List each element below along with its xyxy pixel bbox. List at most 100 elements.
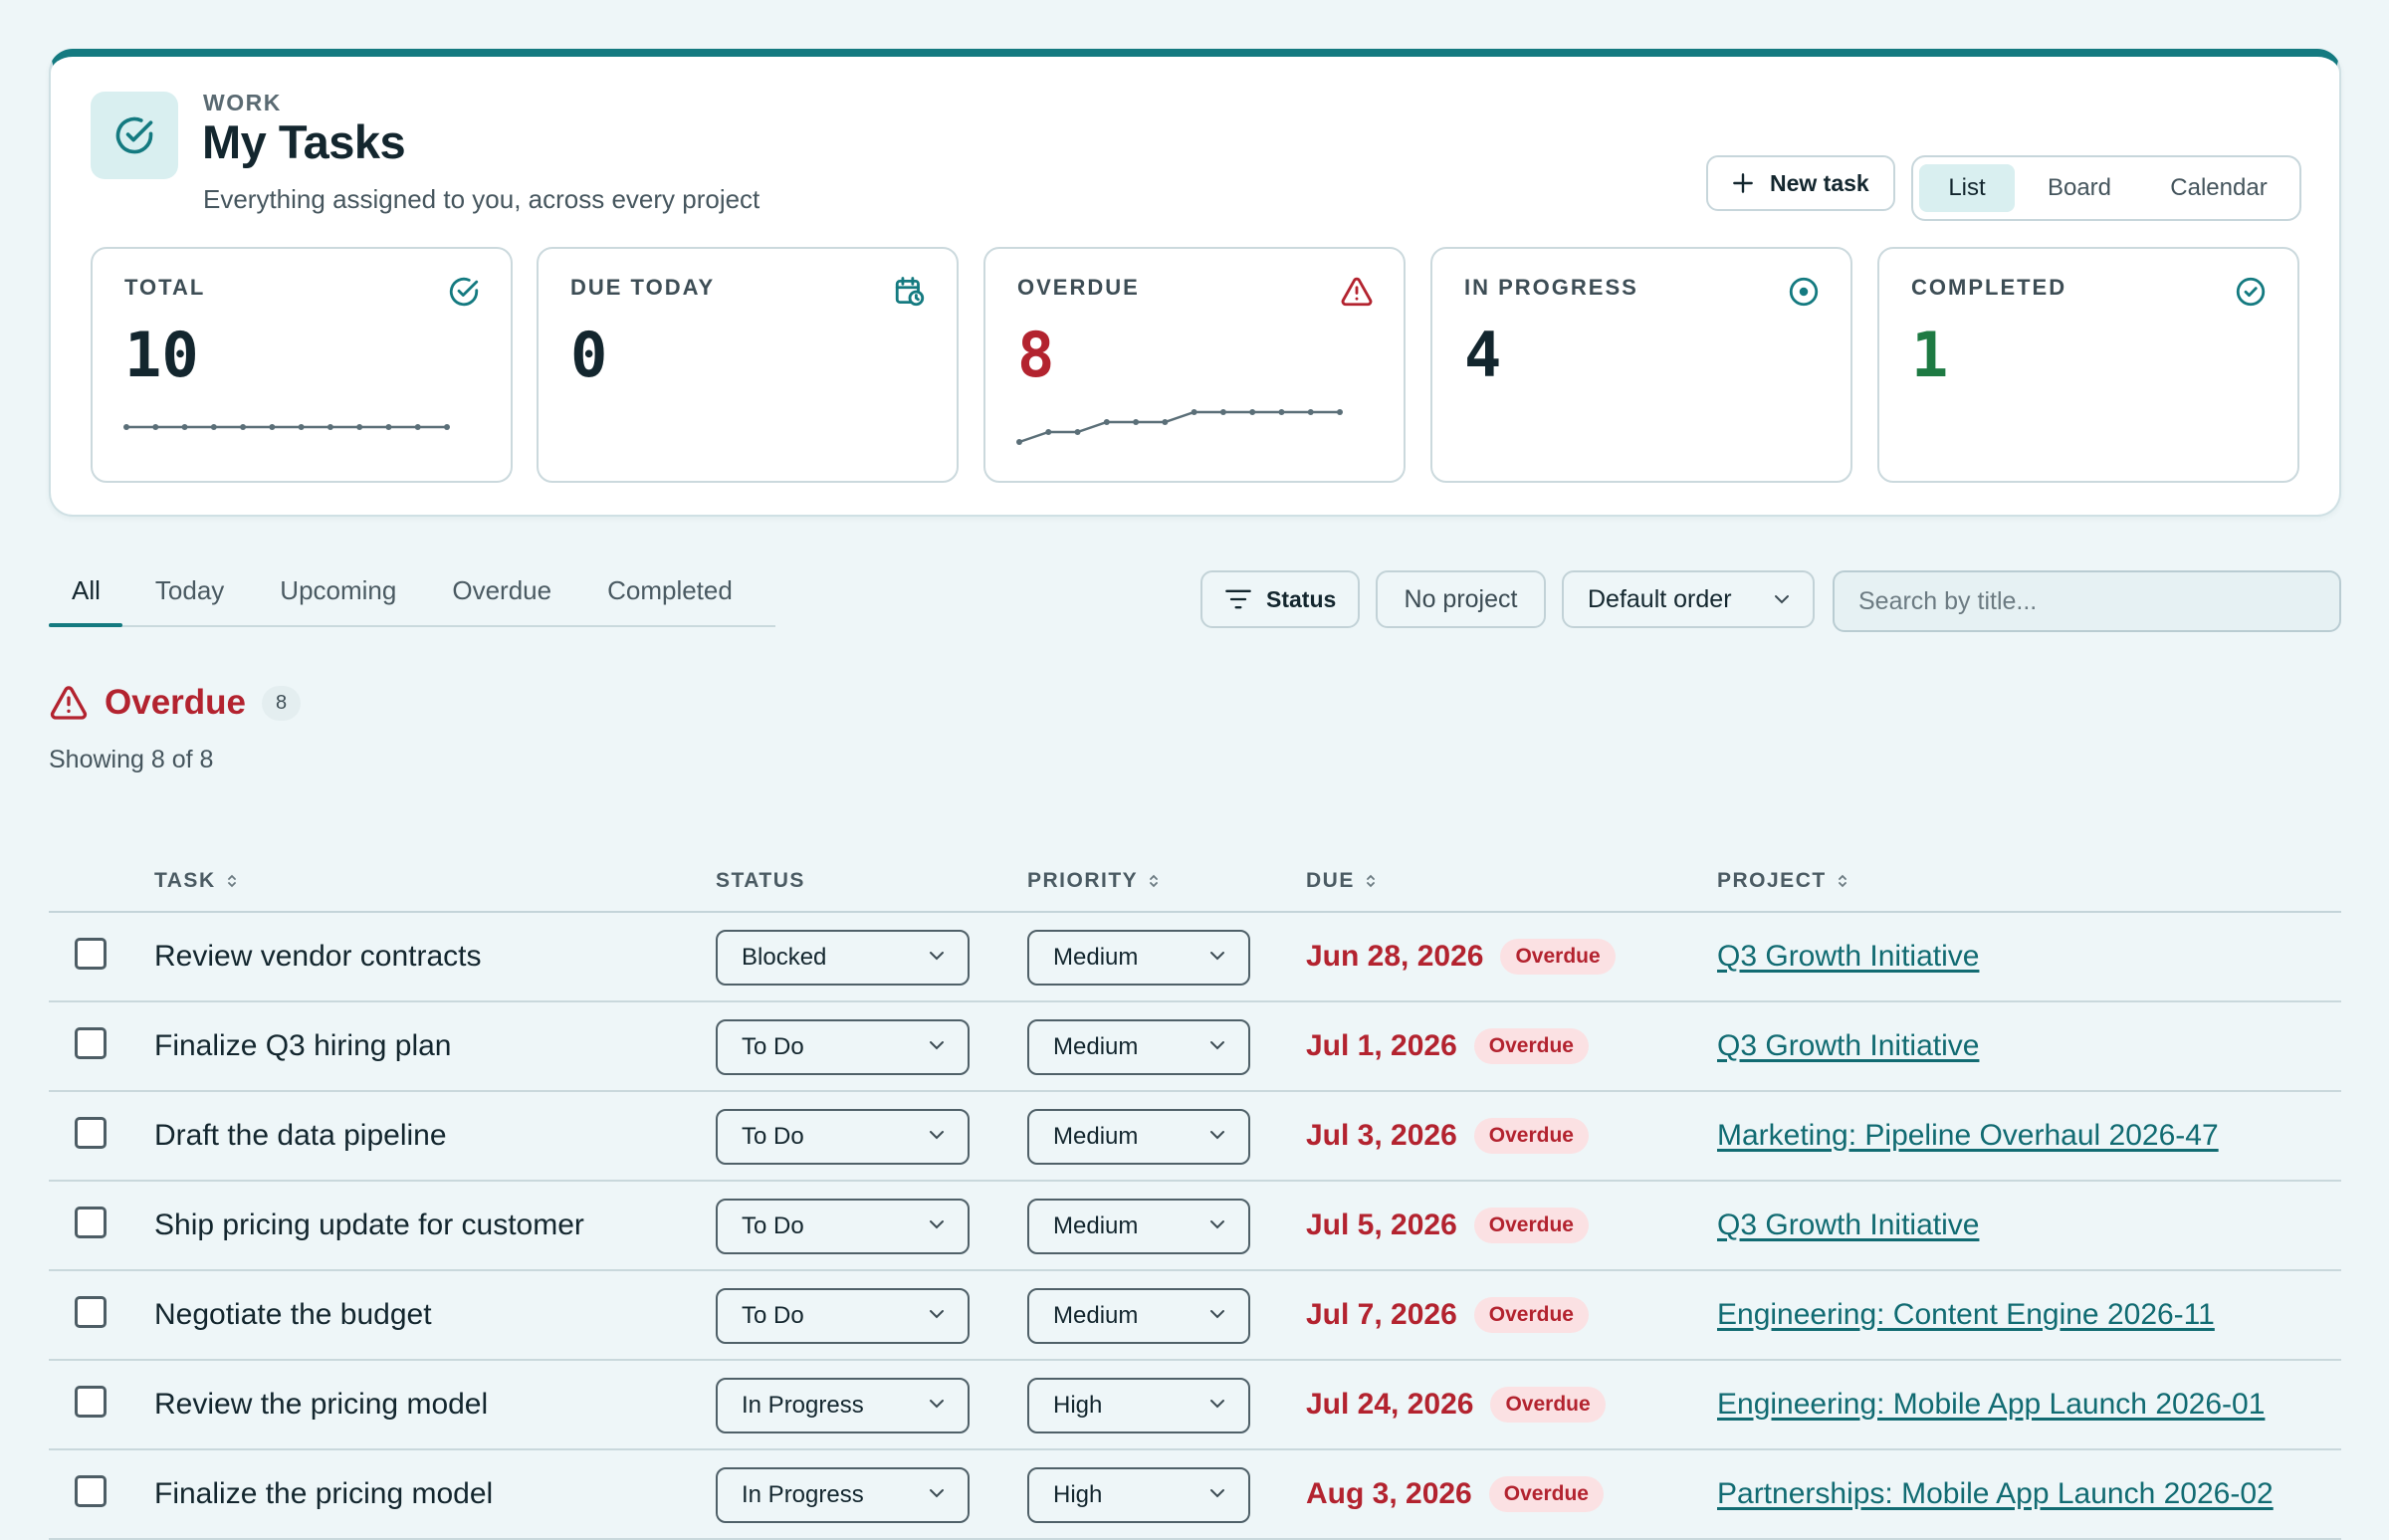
priority-select[interactable]: Medium xyxy=(1027,1288,1250,1344)
view-list[interactable]: List xyxy=(1919,164,2015,212)
sparkline-point xyxy=(414,424,421,430)
project-link[interactable]: Engineering: Content Engine 2026-11 xyxy=(1717,1298,2215,1332)
table-row: Review vendor contracts Blocked Medium J… xyxy=(49,913,2341,1002)
sparkline-point xyxy=(1162,419,1169,425)
due-cell: Jun 28, 2026 Overdue xyxy=(1306,939,1616,975)
tab-today[interactable]: Today xyxy=(155,561,224,625)
stat-card-overdue: OVERDUE 8 xyxy=(983,247,1406,483)
project-link[interactable]: Q3 Growth Initiative xyxy=(1717,940,1979,974)
sparkline-point xyxy=(240,424,247,430)
status-select-value: In Progress xyxy=(742,1392,864,1419)
status-filter-button[interactable]: Status xyxy=(1200,570,1360,628)
project-link[interactable]: Partnerships: Mobile App Launch 2026-02 xyxy=(1717,1477,2274,1511)
column-project[interactable]: PROJECT xyxy=(1717,869,1848,893)
showing-count: Showing 8 of 8 xyxy=(49,746,214,773)
check-circle-icon xyxy=(449,277,479,307)
priority-select[interactable]: High xyxy=(1027,1467,1250,1523)
sparkline-point xyxy=(385,424,392,430)
column-due[interactable]: DUE xyxy=(1306,869,1377,893)
table-row: Finalize Q3 hiring plan To Do Medium Jul… xyxy=(49,1002,2341,1092)
priority-select[interactable]: Medium xyxy=(1027,1199,1250,1254)
view-toggle: List Board Calendar xyxy=(1911,155,2301,221)
stat-value: 8 xyxy=(1017,319,1055,391)
stat-card-due-today: DUE TODAY 0 xyxy=(537,247,959,483)
due-date: Jul 3, 2026 xyxy=(1306,1119,1457,1152)
sparkline-point xyxy=(152,424,159,430)
column-project-label: PROJECT xyxy=(1717,869,1827,892)
status-select-value: To Do xyxy=(742,1302,804,1329)
chevron-down-icon xyxy=(1210,1400,1224,1409)
sparkline-point xyxy=(123,424,129,430)
status-select[interactable]: In Progress xyxy=(716,1378,970,1433)
chevron-down-icon xyxy=(1210,1489,1224,1498)
column-status-label: STATUS xyxy=(716,869,805,892)
status-select[interactable]: To Do xyxy=(716,1109,970,1165)
status-filter-label: Status xyxy=(1266,585,1337,612)
sparkline-point xyxy=(1337,409,1343,415)
chevron-down-icon xyxy=(1210,952,1224,961)
sparkline-point xyxy=(1074,429,1081,435)
stat-label: COMPLETED xyxy=(1911,275,2067,300)
status-select[interactable]: In Progress xyxy=(716,1467,970,1523)
overdue-badge: Overdue xyxy=(1473,1118,1589,1154)
task-checkbox[interactable] xyxy=(75,1207,107,1238)
sparkline-point xyxy=(1307,409,1314,415)
stat-label: IN PROGRESS xyxy=(1464,275,1638,300)
task-checkbox[interactable] xyxy=(75,1386,107,1418)
due-date: Jun 28, 2026 xyxy=(1306,940,1484,973)
priority-select[interactable]: Medium xyxy=(1027,1109,1250,1165)
table-row: Negotiate the budget To Do Medium Jul 7,… xyxy=(49,1271,2341,1361)
priority-select[interactable]: High xyxy=(1027,1378,1250,1433)
view-calendar[interactable]: Calendar xyxy=(2144,164,2293,212)
stat-value: 1 xyxy=(1911,319,1949,391)
task-checkbox[interactable] xyxy=(75,1117,107,1149)
project-filter-button[interactable]: No project xyxy=(1376,570,1546,628)
column-task[interactable]: TASK xyxy=(154,869,238,893)
overdue-badge: Overdue xyxy=(1473,1297,1589,1333)
chevron-down-icon xyxy=(930,1041,944,1050)
tab-completed[interactable]: Completed xyxy=(607,561,733,625)
status-select[interactable]: To Do xyxy=(716,1019,970,1075)
sort-icon xyxy=(1150,874,1159,888)
count-badge: 8 xyxy=(262,685,302,721)
task-checkbox[interactable] xyxy=(75,1475,107,1507)
project-link[interactable]: Q3 Growth Initiative xyxy=(1717,1209,1979,1242)
priority-select[interactable]: Medium xyxy=(1027,930,1250,986)
stat-value: 0 xyxy=(570,319,608,391)
task-checkbox[interactable] xyxy=(75,1296,107,1328)
order-select[interactable]: Default order xyxy=(1562,570,1815,628)
status-select[interactable]: Blocked xyxy=(716,930,970,986)
stat-label: TOTAL xyxy=(124,275,206,300)
column-priority[interactable]: PRIORITY xyxy=(1027,869,1160,893)
due-date: Jul 5, 2026 xyxy=(1306,1209,1457,1241)
new-task-button[interactable]: New task xyxy=(1706,155,1895,211)
priority-select-value: Medium xyxy=(1053,944,1139,971)
stat-value: 10 xyxy=(124,319,199,391)
priority-select-value: High xyxy=(1053,1481,1103,1508)
warning-triangle-icon xyxy=(1341,277,1373,307)
sparkline-point xyxy=(444,424,450,430)
tab-overdue[interactable]: Overdue xyxy=(452,561,551,625)
project-link[interactable]: Marketing: Pipeline Overhaul 2026-47 xyxy=(1717,1119,2219,1153)
priority-select-value: High xyxy=(1053,1392,1103,1419)
due-date: Jul 7, 2026 xyxy=(1306,1298,1457,1331)
tab-upcoming[interactable]: Upcoming xyxy=(280,561,396,625)
project-link[interactable]: Engineering: Mobile App Launch 2026-01 xyxy=(1717,1388,2265,1422)
status-select-value: To Do xyxy=(742,1123,804,1150)
sparkline-point xyxy=(269,424,276,430)
status-select[interactable]: To Do xyxy=(716,1199,970,1254)
tab-all[interactable]: All xyxy=(49,561,122,627)
column-priority-label: PRIORITY xyxy=(1027,869,1139,892)
chevron-down-icon xyxy=(930,1400,944,1409)
task-checkbox[interactable] xyxy=(75,1027,107,1059)
stat-value: 4 xyxy=(1464,319,1502,391)
view-board[interactable]: Board xyxy=(2015,164,2144,212)
search-input[interactable] xyxy=(1833,570,2341,632)
project-link[interactable]: Q3 Growth Initiative xyxy=(1717,1029,1979,1063)
task-checkbox[interactable] xyxy=(75,938,107,970)
priority-select[interactable]: Medium xyxy=(1027,1019,1250,1075)
stat-card-completed: COMPLETED 1 xyxy=(1877,247,2299,483)
status-select[interactable]: To Do xyxy=(716,1288,970,1344)
overdue-badge: Overdue xyxy=(1490,1387,1606,1423)
sparkline-path xyxy=(1018,410,1340,444)
